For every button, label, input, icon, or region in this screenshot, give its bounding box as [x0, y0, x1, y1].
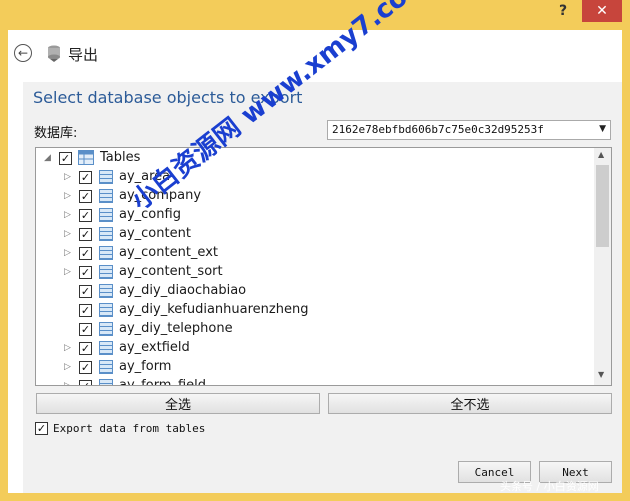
- table-name-label: ay_form: [119, 359, 172, 374]
- wizard-header: ← 导出: [8, 30, 622, 82]
- table-name-label: ay_area: [119, 169, 171, 184]
- tree-item-row[interactable]: ✓ ay_diy_kefudianhuarenzheng: [36, 301, 596, 320]
- tree-item-row[interactable]: ▷ ✓ ay_content_ext: [36, 244, 596, 263]
- table-checkbox[interactable]: ✓: [79, 266, 92, 279]
- page-heading: Select database objects to export: [33, 88, 303, 107]
- tables-folder-icon: [78, 150, 94, 165]
- table-checkbox[interactable]: ✓: [79, 190, 92, 203]
- database-select[interactable]: 2162e78ebfbd606b7c75e0c32d95253f ▼: [327, 120, 611, 140]
- table-name-label: ay_company: [119, 188, 202, 203]
- collapse-triangle-icon[interactable]: ◢: [44, 153, 51, 163]
- chevron-down-icon: ▼: [599, 124, 606, 134]
- scrollbar-thumb[interactable]: [596, 165, 609, 247]
- expand-triangle-icon[interactable]: ▷: [64, 210, 71, 220]
- table-name-label: ay_form_field: [119, 378, 207, 386]
- wizard-content: Select database objects to export 数据库: 2…: [23, 82, 622, 493]
- tree-item-row[interactable]: ▷ ✓ ay_content_sort: [36, 263, 596, 282]
- export-data-label: Export data from tables: [53, 422, 206, 435]
- wizard-title: 导出: [68, 46, 99, 64]
- select-all-button[interactable]: 全选: [36, 393, 320, 414]
- tree-root-row[interactable]: ◢ ✓ Tables: [36, 149, 596, 168]
- expand-triangle-icon[interactable]: ▷: [64, 248, 71, 258]
- expand-triangle-icon[interactable]: ▷: [64, 191, 71, 201]
- arrow-left-icon: ←: [17, 46, 29, 60]
- table-name-label: ay_diy_diaochabiao: [119, 283, 247, 298]
- database-label: 数据库:: [34, 126, 78, 141]
- table-name-label: ay_config: [119, 207, 181, 222]
- table-checkbox[interactable]: ✓: [79, 171, 92, 184]
- table-checkbox[interactable]: ✓: [79, 247, 92, 260]
- table-checkbox[interactable]: ✓: [79, 361, 92, 374]
- title-bar: ? ✕: [0, 0, 630, 30]
- table-icon: [99, 341, 113, 355]
- table-checkbox[interactable]: ✓: [79, 342, 92, 355]
- table-icon: [99, 246, 113, 260]
- table-icon: [99, 227, 113, 241]
- table-checkbox[interactable]: ✓: [79, 323, 92, 336]
- table-icon: [99, 360, 113, 374]
- scroll-up-icon[interactable]: ▲: [598, 150, 604, 159]
- expand-triangle-icon[interactable]: ▷: [64, 362, 71, 372]
- tree-item-row[interactable]: ▷ ✓ ay_form_field: [36, 377, 596, 386]
- table-checkbox[interactable]: ✓: [79, 285, 92, 298]
- table-name-label: ay_content_sort: [119, 264, 223, 279]
- tree-item-row[interactable]: ▷ ✓ ay_area: [36, 168, 596, 187]
- expand-triangle-icon[interactable]: ▷: [64, 229, 71, 239]
- table-name-label: ay_content_ext: [119, 245, 218, 260]
- scroll-down-icon[interactable]: ▼: [598, 370, 604, 379]
- table-icon: [99, 303, 113, 317]
- table-checkbox[interactable]: ✓: [79, 228, 92, 241]
- back-button[interactable]: ←: [14, 44, 32, 62]
- table-icon: [99, 208, 113, 222]
- tree-scrollbar[interactable]: ▲ ▼: [594, 148, 611, 385]
- tree-item-row[interactable]: ▷ ✓ ay_company: [36, 187, 596, 206]
- table-tree[interactable]: ◢ ✓ Tables ▷ ✓ ay_area ▷ ✓ ay_company ▷ ✓ ay_con…: [35, 147, 612, 386]
- table-icon: [99, 170, 113, 184]
- corner-watermark: 头条号 / 小白资源网: [500, 480, 599, 493]
- deselect-all-button[interactable]: 全不选: [328, 393, 612, 414]
- tree-item-row[interactable]: ▷ ✓ ay_config: [36, 206, 596, 225]
- table-name-label: ay_content: [119, 226, 191, 241]
- table-icon: [99, 284, 113, 298]
- table-checkbox[interactable]: ✓: [79, 209, 92, 222]
- tree-item-row[interactable]: ▷ ✓ ay_extfield: [36, 339, 596, 358]
- table-icon: [99, 379, 113, 385]
- close-button[interactable]: ✕: [582, 0, 622, 22]
- root-checkbox[interactable]: ✓: [59, 152, 72, 165]
- tree-item-row[interactable]: ▷ ✓ ay_form: [36, 358, 596, 377]
- table-icon: [99, 189, 113, 203]
- table-name-label: ay_diy_kefudianhuarenzheng: [119, 302, 309, 317]
- expand-triangle-icon[interactable]: ▷: [64, 172, 71, 182]
- table-checkbox[interactable]: ✓: [79, 304, 92, 317]
- dialog-window: ← 导出 Select database objects to export 数…: [8, 30, 622, 493]
- export-data-checkbox[interactable]: ✓: [35, 422, 48, 435]
- export-data-option[interactable]: ✓ Export data from tables: [35, 421, 335, 437]
- table-icon: [99, 265, 113, 279]
- tree-root-label: Tables: [100, 150, 141, 165]
- expand-triangle-icon[interactable]: ▷: [64, 343, 71, 353]
- help-button[interactable]: ?: [548, 0, 578, 22]
- database-export-icon: [48, 45, 60, 62]
- table-name-label: ay_diy_telephone: [119, 321, 233, 336]
- expand-triangle-icon[interactable]: ▷: [64, 381, 71, 385]
- tree-item-row[interactable]: ▷ ✓ ay_content: [36, 225, 596, 244]
- table-checkbox[interactable]: ✓: [79, 380, 92, 385]
- table-icon: [99, 322, 113, 336]
- tree-item-row[interactable]: ✓ ay_diy_telephone: [36, 320, 596, 339]
- tree-item-row[interactable]: ✓ ay_diy_diaochabiao: [36, 282, 596, 301]
- expand-triangle-icon[interactable]: ▷: [64, 267, 71, 277]
- table-name-label: ay_extfield: [119, 340, 190, 355]
- database-select-value: 2162e78ebfbd606b7c75e0c32d95253f: [332, 123, 544, 136]
